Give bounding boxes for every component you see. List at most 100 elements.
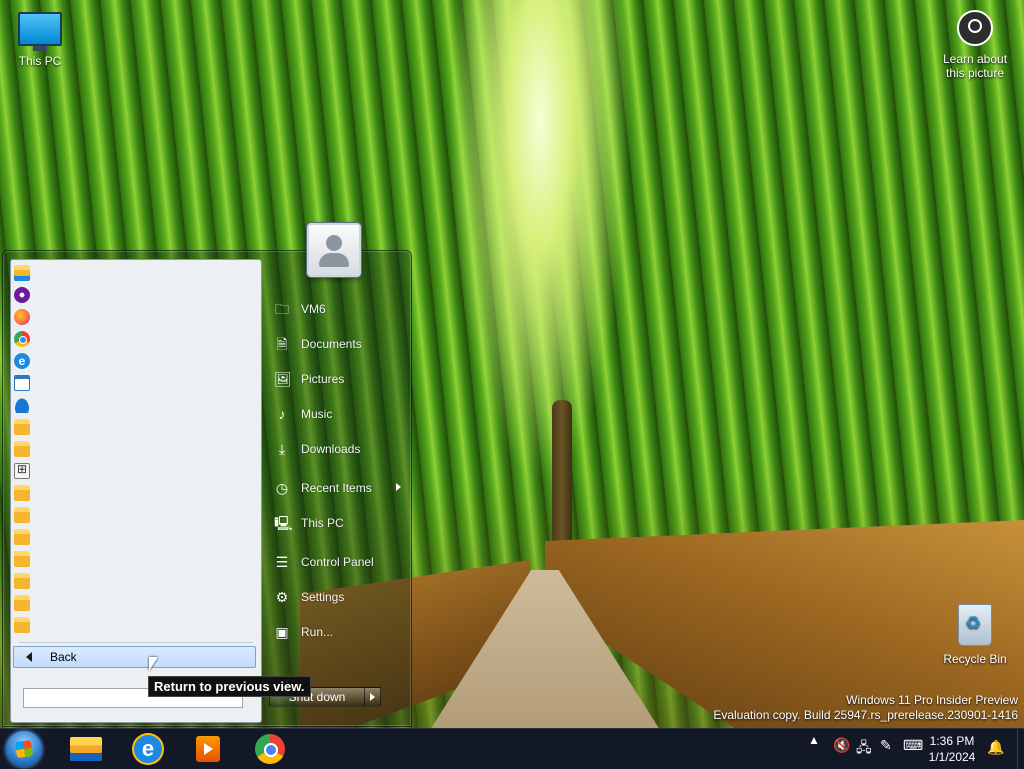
downloads-icon: ⤓ — [278, 440, 286, 457]
touch-keyboard-icon[interactable]: ⌨ — [903, 737, 923, 754]
program-label: 7-Zip — [36, 420, 64, 434]
program-item[interactable]: Accessibility — [11, 438, 261, 460]
program-label: Startup — [36, 530, 75, 544]
desktop-icon-label: This PC — [18, 54, 62, 68]
program-item[interactable]: OneDrive — [11, 394, 261, 416]
notification-bell-icon[interactable]: 🔔 — [987, 739, 1004, 756]
start-right-item[interactable]: 🖼 Pictures — [265, 361, 409, 396]
start-right-item-label: Recent Items — [301, 480, 372, 495]
chrome-icon — [255, 734, 285, 764]
run-icon: ▣ — [275, 623, 289, 640]
taskbar-file-explorer[interactable] — [66, 732, 106, 766]
show-desktop-button[interactable] — [1017, 729, 1024, 769]
start-right-item-label: VM6 — [301, 301, 326, 316]
program-item[interactable]: Classic Shell — [11, 482, 261, 504]
computer-icon: 🖳 — [274, 514, 293, 531]
program-label: Apps — [36, 464, 64, 478]
start-right-item[interactable]: 🗎 Documents — [265, 326, 409, 361]
back-arrow-icon — [26, 652, 32, 662]
program-label: Windows Tools — [36, 618, 116, 632]
program-item[interactable]: Firefox — [11, 306, 261, 328]
volume-muted-icon[interactable]: 🔇 — [833, 737, 850, 754]
start-right-item[interactable]: 🗀 VM6 — [265, 291, 409, 326]
program-item[interactable]: Notepad++ — [11, 372, 261, 394]
program-item[interactable]: Windows Accessories — [11, 548, 261, 570]
spotlight-label-line1: Learn about — [942, 52, 1008, 66]
chrome-icon — [14, 331, 30, 347]
file-explorer-icon — [70, 737, 102, 761]
program-item[interactable]: Windows PowerShell — [11, 570, 261, 592]
start-right-item[interactable]: ▣ Run... — [265, 614, 409, 649]
program-label: Firefox Private Browsing — [36, 288, 167, 302]
clock-date: 1/1/2024 — [928, 750, 976, 764]
ie-icon: e — [14, 353, 30, 369]
program-item[interactable]: 7-Zip — [11, 416, 261, 438]
start-right-item-label: Downloads — [301, 441, 361, 456]
program-item[interactable]: Firefox Private Browsing — [11, 284, 261, 306]
program-item[interactable]: Apps — [11, 460, 261, 482]
pictures-icon: 🖼 — [274, 370, 292, 387]
folder-icon — [14, 573, 30, 589]
program-item[interactable]: Startup — [11, 526, 261, 548]
program-label: Classic Shell — [36, 486, 105, 500]
taskbar-google-chrome[interactable] — [250, 732, 290, 766]
spotlight-label-line2: this picture — [945, 66, 1005, 80]
folder-icon — [14, 485, 30, 501]
start-button[interactable] — [6, 731, 42, 767]
pen-icon[interactable]: ✎ — [880, 737, 892, 754]
shutdown-options-arrow[interactable] — [365, 687, 381, 707]
folder-icon — [14, 551, 30, 567]
program-label: Internet Explorer — [36, 354, 125, 368]
watermark-line1: Windows 11 Pro Insider Preview — [846, 693, 1018, 707]
wallpaper-trunk — [552, 400, 572, 560]
tray-show-hidden-icons[interactable]: ▲ — [808, 733, 820, 747]
folder-icon — [14, 441, 30, 457]
start-right-item[interactable]: ⚙ Settings — [265, 579, 409, 614]
start-right-item[interactable]: ⤓ Downloads — [265, 431, 409, 466]
media-player-icon — [196, 736, 220, 762]
desktop-icon-recycle-bin[interactable]: Recycle Bin — [935, 600, 1015, 666]
program-label: Firefox — [36, 310, 73, 324]
program-item[interactable]: Windows Tools — [11, 614, 261, 636]
start-right-item-label: Run... — [301, 624, 334, 639]
program-item[interactable]: e Internet Explorer — [11, 350, 261, 372]
user-avatar-head — [326, 235, 342, 251]
desktop-icon-this-pc[interactable]: This PC — [0, 8, 80, 68]
music-icon: ♪ — [278, 405, 286, 422]
taskbar-media-player[interactable] — [188, 732, 228, 766]
program-item[interactable]: Google Chrome — [11, 328, 261, 350]
programs-separator — [19, 642, 253, 643]
notepad-icon — [14, 375, 30, 391]
user-picture-tile[interactable] — [307, 223, 361, 277]
start-right-item[interactable]: 🖳 This PC — [265, 505, 409, 540]
taskbar-clock[interactable]: 1:36 PM 1/1/2024 — [922, 733, 982, 765]
program-label: Windows PowerShell — [36, 574, 149, 588]
taskbar-internet-explorer[interactable]: e — [128, 732, 168, 766]
documents-icon: 🗎 — [276, 335, 288, 352]
programs-panel: File Explorer Firefox Private Browsing Fir… — [10, 259, 262, 723]
folder-icon — [14, 507, 30, 523]
program-list: File Explorer Firefox Private Browsing Fir… — [11, 260, 261, 636]
clock-time: 1:36 PM — [929, 734, 975, 748]
this-pc-icon — [0, 12, 80, 51]
folder-blue-icon — [14, 265, 30, 281]
network-icon[interactable]: 🖧 — [856, 737, 872, 761]
desktop-icon-label: Recycle Bin — [943, 652, 1007, 666]
program-item[interactable]: Windows System — [11, 592, 261, 614]
start-right-item[interactable]: ◷ Recent Items — [265, 470, 409, 505]
program-item[interactable]: Maintenance — [11, 504, 261, 526]
start-right-item-label: Documents — [301, 336, 362, 351]
submenu-arrow-icon — [396, 483, 401, 491]
back-button[interactable]: Back — [13, 646, 256, 668]
folder-icon — [14, 529, 30, 545]
start-right-item[interactable]: ☰ Control Panel — [265, 544, 409, 579]
firefox-private-icon — [14, 287, 30, 303]
evaluation-watermark: Windows 11 Pro Insider Preview Evaluatio… — [713, 693, 1018, 723]
desktop-icon-learn-about-picture[interactable]: Learn about this picture — [935, 10, 1015, 80]
program-label: OneDrive — [36, 398, 87, 412]
start-right-item[interactable]: ♪ Music — [265, 396, 409, 431]
camera-spotlight-icon — [957, 10, 993, 46]
program-item[interactable]: File Explorer — [11, 262, 261, 284]
start-menu: File Explorer Firefox Private Browsing Fir… — [2, 223, 412, 727]
start-right-item-label: Control Panel — [301, 554, 374, 569]
